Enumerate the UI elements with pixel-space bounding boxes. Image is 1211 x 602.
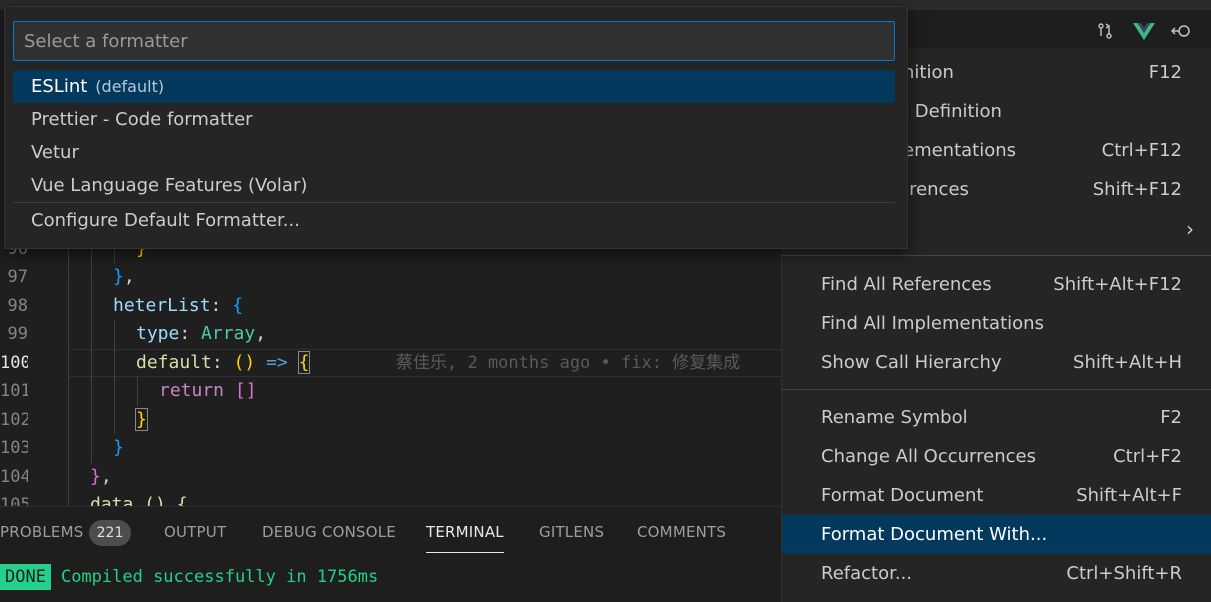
code-line: }, — [90, 466, 112, 487]
formatter-option-vetur[interactable]: Vetur — [13, 136, 895, 169]
line-number: 104 — [0, 467, 28, 487]
bottom-panel: PROBLEMS 221 OUTPUT DEBUG CONSOLE TERMIN… — [0, 506, 781, 602]
code-line: } — [135, 408, 148, 431]
indent-guide — [137, 377, 138, 406]
indent-guide — [68, 235, 69, 506]
code-line: type: Array, — [136, 323, 267, 344]
line-number: 101 — [0, 381, 28, 401]
formatter-quick-pick: ESLint (default) Prettier - Code formatt… — [4, 6, 908, 249]
tab-debug-console[interactable]: DEBUG CONSOLE — [262, 523, 396, 553]
tab-comments[interactable]: COMMENTS — [637, 523, 726, 553]
git-blame-annotation: 蔡佳乐, 2 months ago • fix: 修复集成 — [396, 353, 741, 373]
menu-item-format-document-with[interactable]: Format Document With... — [782, 515, 1211, 554]
line-number: 98 — [7, 296, 28, 316]
line-number: 97 — [7, 267, 28, 287]
terminal-output: DONE Compiled successfully in 1756ms — [0, 564, 378, 590]
quick-pick-separator — [13, 202, 895, 203]
problems-count-badge: 221 — [89, 520, 131, 546]
code-line: }, — [113, 266, 135, 287]
chevron-right-icon: › — [1186, 216, 1194, 241]
code-line: default: () => { — [136, 351, 311, 374]
menu-item-format-document[interactable]: Format Document Shift+Alt+F — [782, 476, 1211, 515]
menu-item-show-call-hierarchy[interactable]: Show Call Hierarchy Shift+Alt+H — [782, 343, 1211, 382]
formatter-option-prettier[interactable]: Prettier - Code formatter — [13, 103, 895, 136]
line-number: 102 — [0, 410, 28, 430]
menu-item-change-all-occurrences[interactable]: Change All Occurrences Ctrl+F2 — [782, 437, 1211, 476]
menu-item-refactor[interactable]: Refactor... Ctrl+Shift+R — [782, 554, 1211, 593]
indent-guide — [91, 235, 92, 463]
configure-default-formatter[interactable]: Configure Default Formatter... — [13, 204, 895, 237]
line-number: 99 — [7, 324, 28, 344]
done-badge: DONE — [0, 564, 51, 590]
terminal-message: Compiled successfully in 1756ms — [60, 567, 379, 587]
code-line: heterList: { — [113, 295, 244, 316]
vue-logo-icon[interactable] — [1133, 20, 1155, 42]
code-line: } — [113, 437, 124, 458]
menu-separator — [782, 389, 1211, 390]
formatter-option-volar[interactable]: Vue Language Features (Volar) — [13, 169, 895, 202]
git-history-icon[interactable] — [1171, 20, 1193, 42]
menu-item-find-all-implementations[interactable]: Find All Implementations — [782, 304, 1211, 343]
tab-output[interactable]: OUTPUT — [164, 523, 226, 553]
tab-gitlens[interactable]: GITLENS — [539, 523, 604, 553]
code-line: return [] — [159, 380, 257, 401]
formatter-search-input[interactable] — [13, 21, 895, 61]
formatter-option-eslint[interactable]: ESLint (default) — [13, 70, 895, 103]
compare-changes-icon[interactable] — [1094, 20, 1116, 42]
menu-item-find-all-references[interactable]: Find All References Shift+Alt+F12 — [782, 265, 1211, 304]
tab-problems[interactable]: PROBLEMS — [0, 523, 83, 553]
line-number-active: 100 — [0, 353, 28, 373]
menu-item-rename-symbol[interactable]: Rename Symbol F2 — [782, 398, 1211, 437]
line-number: 103 — [0, 438, 28, 458]
menu-separator — [782, 255, 1211, 256]
indent-guide — [114, 320, 115, 434]
tab-terminal[interactable]: TERMINAL — [426, 523, 504, 553]
